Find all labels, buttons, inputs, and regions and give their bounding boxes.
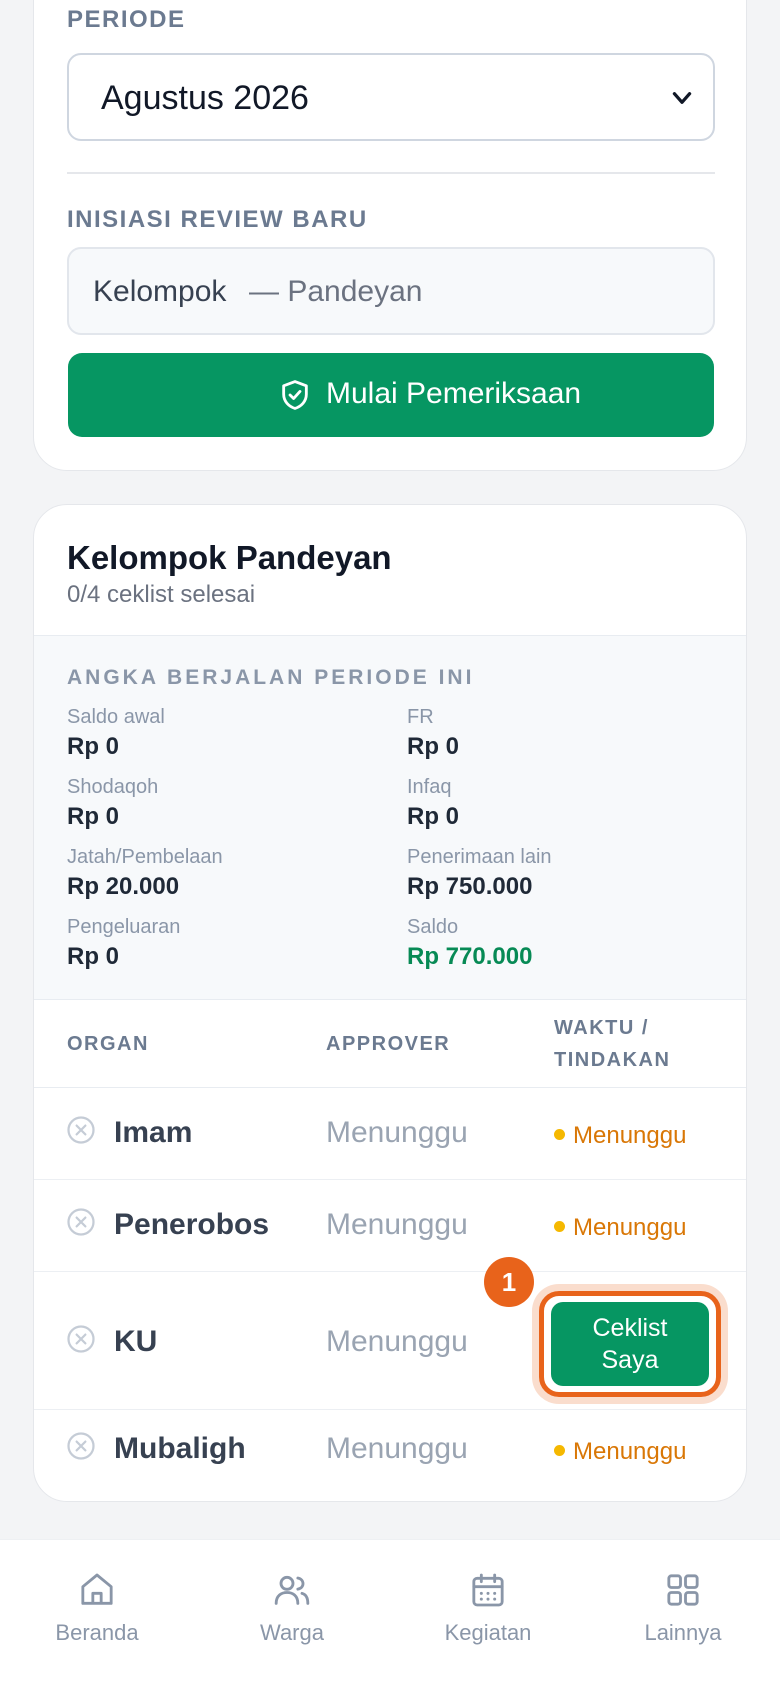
nav-item-warga[interactable]: Warga (212, 1570, 372, 1646)
column-organ: ORGAN (67, 1033, 149, 1055)
review-label: INISIASI REVIEW BARU (67, 206, 368, 233)
running-totals-heading: ANGKA BERJALAN PERIODE INI (67, 666, 475, 689)
row-approver: Menunggu (326, 1208, 468, 1241)
period-select-value: Agustus 2026 (101, 79, 309, 117)
stat-label: Jatah/Pembelaan (67, 846, 223, 868)
column-action-line: TINDAKAN (554, 1049, 671, 1071)
status-dot (554, 1221, 565, 1232)
stat-value: Rp 0 (67, 803, 120, 830)
stat-value: Rp 0 (407, 803, 460, 830)
status-text: Menunggu (573, 1214, 687, 1241)
stat-label: Pengeluaran (67, 916, 181, 938)
stat-fr: FR Rp 0 (407, 706, 727, 761)
stat-label: Infaq (407, 776, 452, 798)
divider (67, 172, 715, 174)
x-circle-icon (67, 1432, 95, 1460)
nav-label: Lainnya (644, 1620, 722, 1645)
group-title: Kelompok Pandeyan (67, 539, 392, 576)
stat-pengeluaran: Pengeluaran Rp 0 (67, 916, 387, 971)
status-text: Menunggu (573, 1438, 687, 1465)
stat-label: Penerimaan lain (407, 846, 552, 868)
stat-value: Rp 750.000 (407, 873, 533, 900)
row-approver: Menunggu (326, 1116, 468, 1149)
start-review-button[interactable]: Mulai Pemeriksaan (68, 353, 714, 437)
stat-label: FR (407, 706, 434, 728)
row-organ: Imam (114, 1116, 193, 1149)
stat-value: Rp 20.000 (67, 873, 180, 900)
nav-label: Kegiatan (444, 1620, 532, 1645)
column-approver: APPROVER (326, 1033, 451, 1055)
home-icon (81, 1573, 113, 1605)
nav-item-lainnya[interactable]: Lainnya (603, 1570, 763, 1646)
grid-icon (667, 1574, 699, 1606)
column-time-line: WAKTU / (554, 1017, 649, 1039)
table-row: KU Menunggu 1 Ceklist Saya (34, 1257, 746, 1410)
stat-value: Rp 0 (67, 943, 120, 970)
status-badge: Menunggu (554, 1122, 686, 1150)
stat-label: Saldo (407, 916, 459, 938)
calendar-icon (472, 1573, 504, 1607)
period-label: PERIODE (67, 6, 186, 33)
stat-value: Rp 770.000 (407, 943, 533, 970)
row-organ: KU (114, 1325, 158, 1358)
table-row: Mubaligh Menunggu Menunggu (34, 1410, 746, 1501)
column-time-action: WAKTU / TINDAKAN (554, 1012, 670, 1076)
step-badge: 1 (484, 1257, 534, 1307)
group-progress: 0/4 ceklist selesai (67, 581, 256, 608)
row-approver: Menunggu (326, 1325, 468, 1358)
status-badge: Menunggu (554, 1214, 686, 1242)
review-group-value: Kelompok (93, 275, 227, 308)
status-badge: Menunggu (554, 1438, 686, 1466)
nav-item-kegiatan[interactable]: Kegiatan (408, 1570, 568, 1646)
users-icon (274, 1575, 310, 1605)
start-review-label: Mulai Pemeriksaan (326, 377, 582, 410)
stat-shodaqoh: Shodaqoh Rp 0 (67, 776, 387, 831)
row-organ: Penerobos (114, 1208, 270, 1241)
stat-jatah: Jatah/Pembelaan Rp 20.000 (67, 846, 387, 901)
table-header: ORGAN APPROVER WAKTU / TINDAKAN (34, 1000, 746, 1088)
stat-infaq: Infaq Rp 0 (407, 776, 727, 831)
bottom-nav: Beranda Warga Kegiatan Lainnya (0, 1539, 780, 1688)
group-card: Kelompok Pandeyan 0/4 ceklist selesai AN… (33, 504, 747, 1502)
table-row: Penerobos Menunggu Menunggu (34, 1180, 746, 1272)
review-group-hint: — Pandeyan (249, 275, 423, 308)
shield-check-icon (282, 380, 308, 410)
stat-label: Saldo awal (67, 706, 165, 728)
status-dot (554, 1129, 565, 1140)
period-select[interactable]: Agustus 2026 (67, 53, 715, 141)
review-group-field[interactable]: Kelompok — Pandeyan (67, 247, 715, 335)
ceklist-label-line1: Ceklist (592, 1314, 668, 1342)
table-row: Imam Menunggu Menunggu (34, 1088, 746, 1180)
x-circle-icon (67, 1325, 95, 1353)
status-dot (554, 1445, 565, 1456)
row-organ: Mubaligh (114, 1432, 246, 1465)
x-circle-icon (67, 1208, 95, 1236)
row-approver: Menunggu (326, 1432, 468, 1465)
chevron-down-icon (672, 92, 692, 104)
stat-value: Rp 0 (407, 733, 460, 760)
ceklist-label-line2: Saya (601, 1346, 659, 1374)
stat-label: Shodaqoh (67, 776, 159, 798)
stat-penerimaan-lain: Penerimaan lain Rp 750.000 (407, 846, 727, 901)
highlight-ring: Ceklist Saya (539, 1291, 721, 1397)
review-form-card: PERIODE Agustus 2026 INISIASI REVIEW BAR… (33, 0, 747, 471)
stat-saldo-awal: Saldo awal Rp 0 (67, 706, 387, 761)
running-totals: ANGKA BERJALAN PERIODE INI Saldo awal Rp… (34, 635, 746, 1000)
nav-item-beranda[interactable]: Beranda (17, 1570, 177, 1646)
status-text: Menunggu (573, 1122, 687, 1149)
nav-label: Warga (260, 1620, 324, 1645)
x-circle-icon (67, 1116, 95, 1144)
stat-saldo: Saldo Rp 770.000 (407, 916, 727, 971)
stat-value: Rp 0 (67, 733, 120, 760)
nav-label: Beranda (55, 1620, 139, 1645)
ceklist-saya-button[interactable]: Ceklist Saya (551, 1302, 709, 1386)
